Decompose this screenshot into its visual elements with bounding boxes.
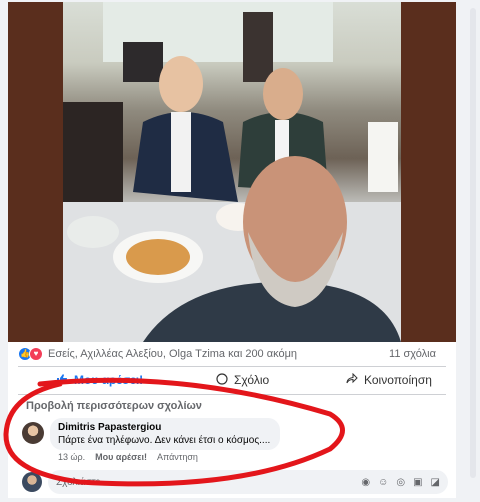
fries: [126, 239, 190, 275]
love-reaction-icon: ♥: [29, 347, 43, 361]
chair: [368, 122, 398, 192]
man-left-face: [159, 56, 203, 112]
scrollbar[interactable]: [470, 8, 476, 478]
comments-count[interactable]: 11 σχόλια: [389, 348, 436, 360]
comment-input[interactable]: Σχολιάστε... ◉ ☺ ◎ ▣ ◪: [48, 470, 448, 494]
reactions-text[interactable]: Εσείς, Αχιλλέας Αλεξίου, Olga Tzima και …: [48, 348, 297, 360]
comment-bubble: Dimitris Papastergiou Πάρτε ένα τηλέφωνο…: [50, 418, 280, 450]
sticker-icon[interactable]: ◪: [431, 477, 440, 488]
divider: [18, 394, 446, 395]
comment-bubble-icon: [216, 372, 228, 388]
man-middle-face: [263, 68, 303, 120]
salad-bowl: [67, 216, 119, 248]
post-photo-frame: [8, 2, 456, 342]
background-person: [123, 42, 163, 82]
view-more-comments[interactable]: Προβολή περισσότερων σχολίων: [26, 400, 202, 412]
avatar[interactable]: [22, 422, 44, 444]
like-button[interactable]: Μου αρέσει!: [56, 373, 143, 388]
comment-time[interactable]: 13 ώρ.: [58, 452, 85, 462]
photo-illustration: [63, 2, 401, 342]
share-arrow-icon: [346, 372, 358, 388]
comment-text: Πάρτε ένα τηλέφωνο. Δεν κάνει έτσι ο κόσ…: [58, 435, 271, 446]
camera-icon[interactable]: ◎: [396, 477, 405, 488]
share-label: Κοινοποίηση: [364, 373, 432, 387]
avatar-sticker-icon[interactable]: ◉: [361, 477, 370, 488]
composer-tools: ◉ ☺ ◎ ▣ ◪: [361, 477, 440, 488]
comment-button[interactable]: Σχόλιο: [216, 372, 270, 388]
comment-reply-link[interactable]: Απάντηση: [157, 452, 198, 462]
post-card: 👍 ♥ Εσείς, Αχιλλέας Αλεξίου, Olga Tzima …: [8, 2, 456, 498]
man-left-shirt: [171, 112, 191, 192]
post-photo[interactable]: [63, 2, 401, 342]
gif-icon[interactable]: ▣: [413, 477, 422, 488]
background-person: [243, 12, 273, 82]
divider: [18, 366, 446, 367]
comment-author[interactable]: Dimitris Papastergiou: [58, 422, 272, 433]
comment-label: Σχόλιο: [234, 373, 270, 387]
thumbs-up-icon: [56, 373, 68, 388]
comment-meta: 13 ώρ. Μου αρέσει! Απάντηση: [58, 452, 198, 462]
like-label: Μου αρέσει!: [74, 373, 144, 387]
comment-like-link[interactable]: Μου αρέσει!: [95, 452, 147, 462]
reactions-summary[interactable]: 👍 ♥ Εσείς, Αχιλλέας Αλεξίου, Olga Tzima …: [18, 344, 448, 364]
emoji-icon[interactable]: ☺: [378, 477, 388, 488]
share-button[interactable]: Κοινοποίηση: [346, 372, 432, 388]
avatar: [22, 472, 42, 492]
post-actions: Μου αρέσει! Σχόλιο Κοινοποίηση: [18, 368, 446, 392]
comment-input-placeholder: Σχολιάστε...: [56, 476, 109, 488]
